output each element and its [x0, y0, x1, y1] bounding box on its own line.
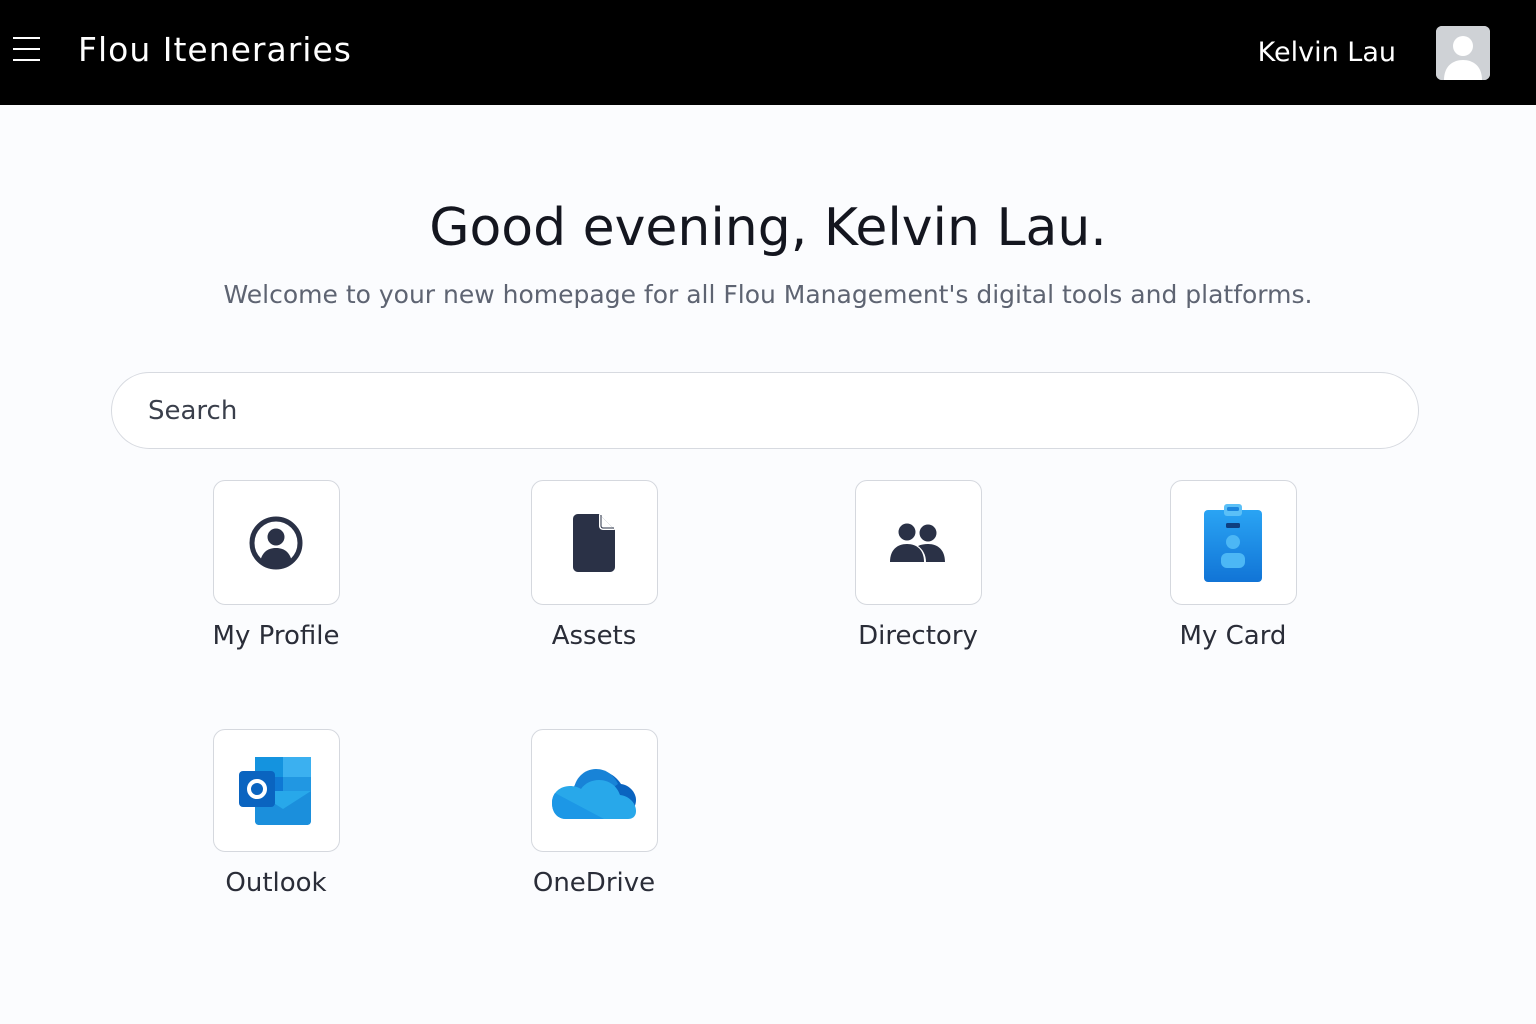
app-tile-label: Outlook [225, 868, 327, 898]
app-title: Flou Iteneraries [78, 30, 352, 69]
app-tile-my-profile[interactable]: My Profile [176, 480, 376, 653]
app-tile-box [212, 729, 340, 852]
search-input[interactable] [111, 372, 1419, 449]
app-tile-assets[interactable]: Assets [494, 480, 694, 653]
app-tile-box [530, 729, 658, 852]
user-avatar-icon[interactable] [1436, 26, 1490, 80]
app-tile-my-card[interactable]: My Card [1133, 480, 1333, 653]
top-bar: Flou Iteneraries Kelvin Lau [0, 0, 1536, 105]
id-badge-icon [1204, 503, 1262, 582]
app-tile-label: OneDrive [532, 868, 656, 898]
app-tile-box [212, 480, 340, 605]
user-name: Kelvin Lau [1257, 37, 1396, 68]
app-tile-label: Directory [858, 621, 978, 651]
app-tile-label: My Card [1179, 621, 1287, 651]
app-tile-box [530, 480, 658, 605]
app-tile-label: My Profile [212, 621, 340, 651]
app-tile-outlook[interactable]: Outlook [176, 729, 376, 900]
people-icon [890, 523, 945, 562]
user-circle-icon [249, 516, 303, 569]
welcome-subtitle: Welcome to your new homepage for all Flo… [223, 280, 1313, 309]
app-tile-directory[interactable]: Directory [818, 480, 1018, 653]
outlook-icon [239, 756, 311, 825]
hamburger-menu-icon[interactable] [13, 37, 40, 61]
app-tile-label: Assets [551, 621, 637, 651]
app-tile-box [1169, 480, 1297, 605]
onedrive-icon [552, 768, 636, 819]
app-tile-box [854, 480, 982, 605]
document-icon [573, 513, 615, 572]
app-tile-onedrive[interactable]: OneDrive [494, 729, 694, 900]
greeting-heading: Good evening, Kelvin Lau. [429, 198, 1107, 258]
